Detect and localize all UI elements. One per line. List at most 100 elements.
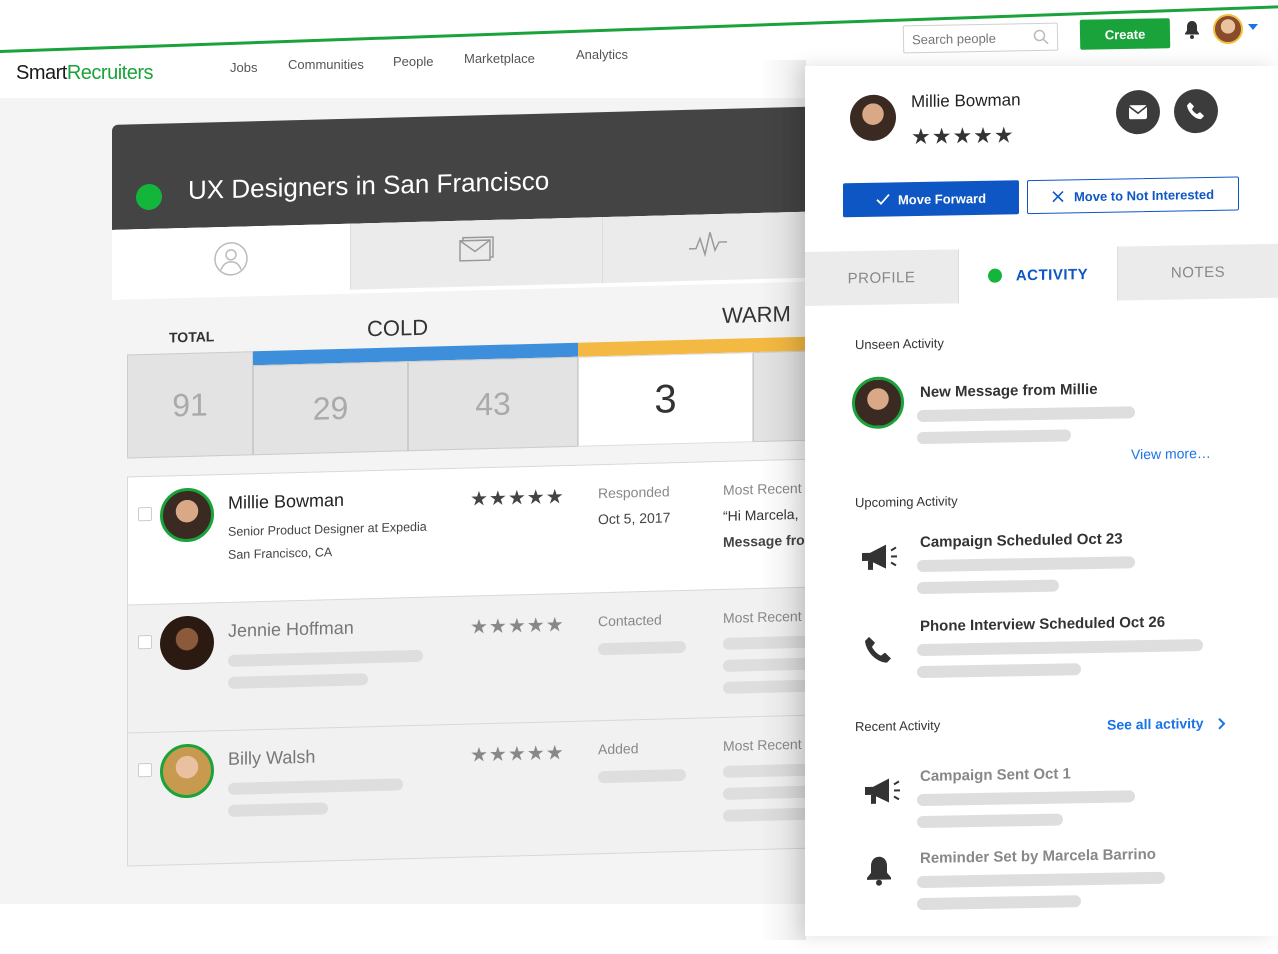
call-button[interactable]	[1174, 88, 1218, 134]
avatar	[850, 94, 896, 142]
unseen-activity-title[interactable]: New Message from Millie	[920, 381, 1098, 401]
stage-count-warm-1[interactable]: 3	[578, 352, 753, 447]
bell-icon	[867, 856, 891, 886]
envelope-icon	[1128, 105, 1148, 120]
tab-activity[interactable]: ACTIVITY	[958, 246, 1118, 304]
phone-icon	[1187, 102, 1204, 120]
avatar	[852, 376, 904, 430]
megaphone-icon	[865, 778, 900, 804]
stage-label-cold: COLD	[367, 314, 429, 342]
stage-count-cold-2[interactable]: 43	[408, 356, 578, 452]
table-row[interactable]: Millie Bowman Senior Product Designer at…	[128, 459, 818, 606]
unseen-activity-heading: Unseen Activity	[855, 335, 944, 353]
row-checkbox[interactable]	[138, 506, 152, 522]
search-input[interactable]	[903, 24, 1025, 53]
check-icon	[876, 193, 890, 205]
placeholder-line	[598, 640, 686, 656]
profile-rating[interactable]: ★★★★★	[911, 122, 1015, 150]
upcoming-activity-heading: Upcoming Activity	[855, 493, 958, 511]
phone-icon	[865, 636, 891, 663]
candidate-name[interactable]: Jennie Hoffman	[228, 618, 354, 642]
placeholder-line	[228, 802, 328, 817]
nav-item-marketplace[interactable]: Marketplace	[464, 51, 535, 66]
candidate-name[interactable]: Millie Bowman	[228, 490, 344, 514]
tab-notes[interactable]: NOTES	[1118, 243, 1278, 301]
tab-people-view[interactable]	[112, 223, 350, 296]
move-not-interested-button[interactable]: Move to Not Interested	[1027, 176, 1239, 215]
tab-messages-view[interactable]	[350, 217, 602, 290]
placeholder-line	[228, 649, 423, 667]
profile-tabs: PROFILE ACTIVITY NOTES	[805, 243, 1278, 306]
brand-logo[interactable]: SmartRecruiters	[16, 62, 153, 85]
placeholder-line	[917, 871, 1165, 889]
envelope-icon	[458, 236, 494, 262]
nav-item-people[interactable]: People	[393, 54, 433, 69]
app-screen: SmartRecruiters Jobs Communities People …	[0, 0, 1278, 954]
panel-content: Millie Bowman ★★★★★ Move Forward Move to…	[805, 58, 1278, 936]
close-icon	[1052, 190, 1064, 203]
nav-item-analytics[interactable]: Analytics	[576, 47, 628, 62]
avatar	[160, 487, 214, 543]
placeholder-line	[917, 895, 1081, 911]
tab-activity-label: ACTIVITY	[1015, 265, 1089, 284]
active-status-dot	[136, 183, 162, 211]
candidate-status: Added	[598, 740, 639, 758]
activity-chart-icon	[688, 232, 727, 258]
upcoming-activity-title[interactable]: Phone Interview Scheduled Oct 26	[920, 614, 1165, 635]
tab-profile[interactable]: PROFILE	[805, 249, 958, 306]
pipeline-card: UX Designers in San Francisco TOTAL COLD…	[110, 87, 818, 885]
placeholder-line	[917, 790, 1135, 807]
row-checkbox[interactable]	[138, 762, 152, 778]
chevron-right-icon	[1217, 718, 1225, 730]
panel-shadow	[760, 60, 806, 940]
profile-name: Millie Bowman	[911, 90, 1021, 112]
candidate-rating[interactable]: ★★★★★	[470, 612, 565, 639]
table-row[interactable]: Billy Walsh ★★★★★ Added Most Recent	[128, 715, 818, 861]
recent-activity-title[interactable]: Campaign Sent Oct 1	[920, 765, 1071, 785]
move-forward-label: Move Forward	[897, 190, 987, 207]
placeholder-line	[917, 556, 1135, 573]
candidate-rating[interactable]: ★★★★★	[470, 740, 565, 767]
placeholder-line	[917, 663, 1081, 679]
person-icon	[214, 242, 248, 276]
search-icon[interactable]	[1033, 29, 1049, 45]
megaphone-icon	[862, 544, 897, 570]
create-button[interactable]: Create	[1079, 18, 1171, 50]
upcoming-activity-title[interactable]: Campaign Scheduled Oct 23	[920, 530, 1123, 551]
placeholder-line	[917, 639, 1203, 657]
stage-count-total[interactable]: 91	[127, 351, 253, 459]
search-box	[902, 22, 1059, 54]
placeholder-line	[917, 579, 1059, 595]
candidate-list: Millie Bowman Senior Product Designer at…	[127, 458, 818, 867]
not-interested-label: Move to Not Interested	[1073, 186, 1215, 204]
candidate-rating[interactable]: ★★★★★	[470, 484, 565, 511]
candidate-title: Senior Product Designer at Expedia	[228, 519, 427, 539]
candidate-name[interactable]: Billy Walsh	[228, 747, 315, 770]
placeholder-line	[598, 768, 686, 784]
brand-name-strong: Smart	[16, 62, 67, 84]
chevron-down-icon[interactable]	[1248, 24, 1258, 30]
candidate-location: San Francisco, CA	[228, 545, 333, 562]
pipeline-funnel: TOTAL COLD WARM 91 29 43 3	[127, 296, 818, 459]
placeholder-line	[917, 406, 1135, 423]
view-more-link[interactable]: View more…	[1131, 445, 1211, 462]
move-forward-button[interactable]: Move Forward	[843, 180, 1019, 218]
placeholder-line	[228, 778, 403, 795]
see-all-activity-link[interactable]: See all activity	[1107, 715, 1226, 733]
see-all-activity-label: See all activity	[1107, 715, 1204, 733]
nav-item-jobs[interactable]: Jobs	[230, 60, 257, 75]
pipeline-header: UX Designers in San Francisco	[112, 106, 812, 230]
activity-status-dot	[987, 268, 1002, 283]
email-button[interactable]	[1116, 89, 1160, 135]
notifications-bell-icon[interactable]	[1183, 20, 1201, 40]
recent-activity-heading: Recent Activity	[855, 717, 941, 735]
candidate-status-date: Oct 5, 2017	[598, 509, 671, 528]
table-row[interactable]: Jennie Hoffman ★★★★★ Contacted Most Rece…	[128, 587, 818, 734]
user-avatar[interactable]	[1213, 14, 1243, 44]
row-checkbox[interactable]	[138, 634, 152, 650]
nav-item-communities[interactable]: Communities	[288, 57, 364, 72]
avatar	[160, 743, 214, 799]
recent-activity-title[interactable]: Reminder Set by Marcela Barrino	[920, 846, 1156, 867]
candidate-status: Responded	[598, 483, 670, 502]
stage-count-cold-1[interactable]: 29	[253, 361, 408, 456]
